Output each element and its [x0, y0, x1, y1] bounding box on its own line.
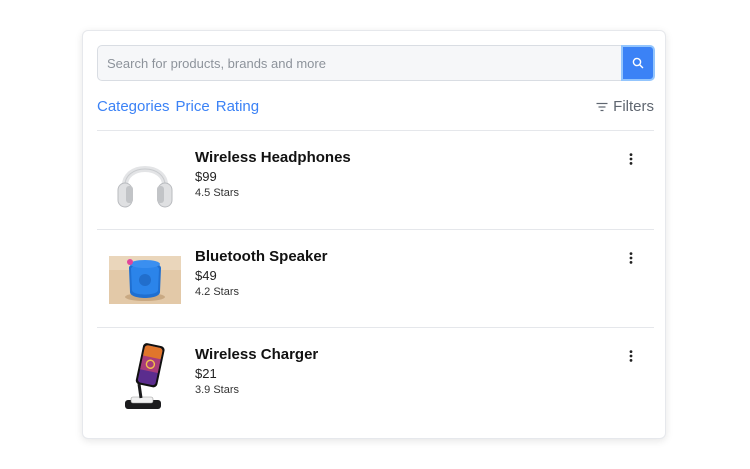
nav-links: Categories Price Rating: [97, 96, 259, 118]
headphones-image: [109, 145, 181, 217]
more-options-button[interactable]: [624, 151, 638, 167]
more-options-button[interactable]: [624, 348, 638, 364]
product-rating: 3.9 Stars: [195, 384, 240, 396]
more-options-button[interactable]: [624, 250, 638, 266]
product-name: Wireless Charger: [195, 346, 319, 363]
filter-icon: [596, 102, 608, 112]
more-vertical-icon: [629, 350, 633, 362]
product-price: $49: [195, 268, 217, 283]
search-icon: [632, 57, 644, 69]
product-search-card: Categories Price Rating Filters Wireless…: [82, 30, 666, 439]
product-rating: 4.2 Stars: [195, 286, 240, 298]
product-price: $99: [195, 169, 217, 184]
product-price: $21: [195, 366, 217, 381]
product-name: Wireless Headphones: [195, 149, 351, 166]
search-input[interactable]: [97, 45, 621, 81]
more-vertical-icon: [629, 153, 633, 165]
speaker-image: [109, 256, 181, 304]
filter-nav: Categories Price Rating Filters: [97, 96, 654, 118]
nav-link-categories[interactable]: Categories: [97, 96, 170, 118]
more-vertical-icon: [629, 252, 633, 264]
filters-button[interactable]: Filters: [596, 96, 654, 118]
product-item-headphones[interactable]: Wireless Headphones $99 4.5 Stars: [97, 131, 654, 228]
search-bar: [97, 45, 655, 81]
charger-image: [109, 342, 181, 414]
nav-link-rating[interactable]: Rating: [216, 96, 259, 118]
search-button[interactable]: [621, 45, 655, 81]
nav-link-price[interactable]: Price: [176, 96, 210, 118]
product-item-charger[interactable]: Wireless Charger $21 3.9 Stars: [97, 328, 654, 425]
product-item-speaker[interactable]: Bluetooth Speaker $49 4.2 Stars: [97, 230, 654, 327]
product-name: Bluetooth Speaker: [195, 248, 328, 265]
filters-label: Filters: [613, 98, 654, 115]
product-rating: 4.5 Stars: [195, 187, 240, 199]
